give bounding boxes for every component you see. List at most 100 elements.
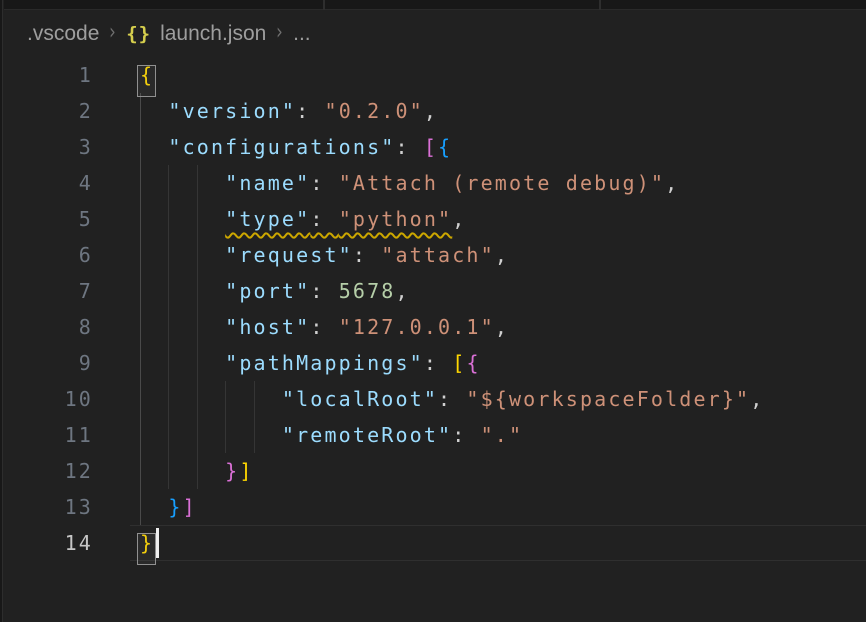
token: "pathMappings" [225, 351, 424, 375]
breadcrumb-item-folder[interactable]: .vscode [27, 22, 99, 46]
code-tokens: { [140, 63, 154, 87]
line-number[interactable]: 1 [3, 57, 93, 93]
line-number[interactable]: 12 [3, 453, 93, 489]
token: "request" [225, 243, 353, 267]
line-number[interactable]: 3 [3, 129, 93, 165]
tab-divider [323, 0, 325, 10]
code-line[interactable]: 8 "host": "127.0.0.1", [3, 309, 866, 345]
code-tokens: "configurations": [{ [140, 135, 452, 159]
token: "type" [225, 207, 310, 231]
tab-divider [599, 0, 601, 10]
breadcrumb-item-symbols[interactable]: ... [293, 22, 311, 46]
line-number[interactable]: 10 [3, 381, 93, 417]
code-text: "localRoot": "${workspaceFolder}", [140, 381, 866, 417]
token: "localRoot" [282, 387, 438, 411]
token: ] [183, 495, 197, 519]
token: } [140, 531, 154, 555]
code-text: "version": "0.2.0", [140, 93, 866, 129]
line-number[interactable]: 11 [3, 417, 93, 453]
token: : [310, 279, 338, 303]
line-number[interactable]: 9 [3, 345, 93, 381]
code-text: }] [140, 453, 866, 489]
tab-bar-strip [4, 0, 866, 10]
chevron-right-icon: › [276, 20, 283, 45]
line-number[interactable]: 7 [3, 273, 93, 309]
token: [ [424, 135, 438, 159]
code-line[interactable]: 4 "name": "Attach (remote debug)", [3, 165, 866, 201]
token: { [438, 135, 452, 159]
code-tokens: "pathMappings": [{ [140, 351, 481, 375]
code-text: } [140, 525, 866, 561]
code-tokens: "port": 5678, [140, 279, 410, 303]
token: } [225, 459, 239, 483]
code-line[interactable]: 7 "port": 5678, [3, 273, 866, 309]
code-text: "request": "attach", [140, 237, 866, 273]
code-line[interactable]: 5 "type": "python", [3, 201, 866, 237]
code-line[interactable]: 11 "remoteRoot": "." [3, 417, 866, 453]
token: "remoteRoot" [282, 423, 452, 447]
token: : [438, 387, 466, 411]
token: "configurations" [168, 135, 395, 159]
code-line[interactable]: 9 "pathMappings": [{ [3, 345, 866, 381]
token: : [353, 243, 381, 267]
code-text: "remoteRoot": "." [140, 417, 866, 453]
line-number[interactable]: 14 [3, 525, 93, 561]
line-number[interactable]: 13 [3, 489, 93, 525]
code-tokens: } [140, 531, 154, 555]
token: , [495, 315, 509, 339]
code-line[interactable]: 12 }] [3, 453, 866, 489]
token: ] [239, 459, 253, 483]
token: "python" [339, 207, 453, 231]
line-number[interactable]: 5 [3, 201, 93, 237]
token: , [665, 171, 679, 195]
code-line[interactable]: 1{ [3, 57, 866, 93]
code-text: "type": "python", [140, 201, 866, 237]
token: , [424, 99, 438, 123]
code-lines[interactable]: 1{2 "version": "0.2.0",3 "configurations… [3, 57, 866, 561]
line-number[interactable]: 8 [3, 309, 93, 345]
token: { [140, 63, 154, 87]
token: "Attach (remote debug)" [339, 171, 665, 195]
token: "0.2.0" [325, 99, 424, 123]
code-line[interactable]: 10 "localRoot": "${workspaceFolder}", [3, 381, 866, 417]
code-tokens: "localRoot": "${workspaceFolder}", [140, 387, 764, 411]
token: "${workspaceFolder}" [466, 387, 750, 411]
code-line[interactable]: 3 "configurations": [{ [3, 129, 866, 165]
breadcrumb: .vscode › {} launch.json › ... [4, 11, 866, 56]
code-line[interactable]: 14} [3, 525, 866, 561]
token: : [310, 315, 338, 339]
token: { [466, 351, 480, 375]
code-line[interactable]: 2 "version": "0.2.0", [3, 93, 866, 129]
breadcrumb-item-file[interactable]: launch.json [160, 22, 266, 46]
code-text: "pathMappings": [{ [140, 345, 866, 381]
code-tokens: "remoteRoot": "." [140, 423, 523, 447]
token: "host" [225, 315, 310, 339]
code-tokens: "name": "Attach (remote debug)", [140, 171, 679, 195]
token: 5678 [339, 279, 396, 303]
code-text: "host": "127.0.0.1", [140, 309, 866, 345]
token: "port" [225, 279, 310, 303]
text-cursor [156, 528, 159, 558]
token: } [168, 495, 182, 519]
token: , [395, 279, 409, 303]
code-tokens: "host": "127.0.0.1", [140, 315, 509, 339]
line-number[interactable]: 2 [3, 93, 93, 129]
chevron-right-icon: › [109, 20, 116, 45]
token: : [310, 171, 338, 195]
token: : [424, 351, 452, 375]
token: : [395, 135, 423, 159]
token: , [750, 387, 764, 411]
line-number[interactable]: 6 [3, 237, 93, 273]
token: "attach" [381, 243, 495, 267]
code-line[interactable]: 13 }] [3, 489, 866, 525]
code-tokens: }] [140, 495, 197, 519]
code-line[interactable]: 6 "request": "attach", [3, 237, 866, 273]
token: , [452, 207, 466, 231]
line-number[interactable]: 4 [3, 165, 93, 201]
code-text: }] [140, 489, 866, 525]
code-text: { [140, 57, 866, 93]
token: "version" [168, 99, 296, 123]
token: "." [481, 423, 524, 447]
code-text: "port": 5678, [140, 273, 866, 309]
code-text: "name": "Attach (remote debug)", [140, 165, 866, 201]
